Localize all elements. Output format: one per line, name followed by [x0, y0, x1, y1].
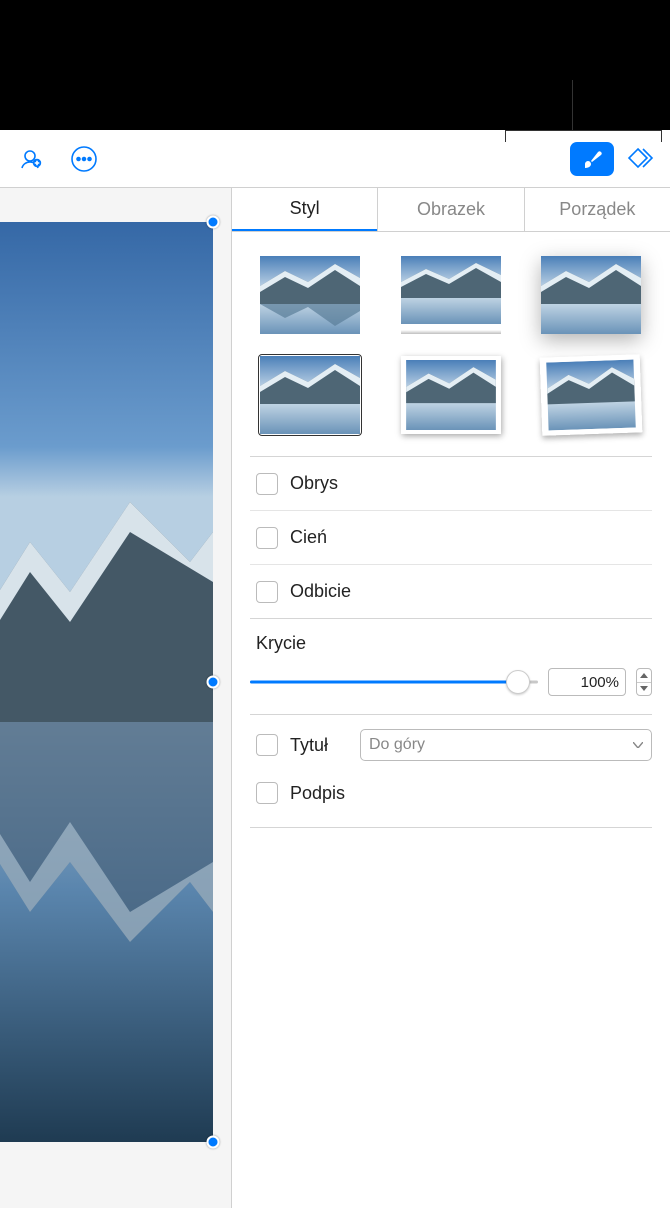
more-icon	[70, 145, 98, 173]
selection-handle[interactable]	[207, 676, 220, 689]
tab-style[interactable]: Styl	[232, 188, 377, 231]
style-preset-4[interactable]	[260, 356, 360, 434]
shadow-label: Cień	[290, 527, 327, 548]
more-button[interactable]	[68, 143, 100, 175]
opacity-slider[interactable]	[250, 670, 538, 694]
tab-image[interactable]: Obrazek	[377, 188, 523, 231]
organize-button[interactable]	[624, 143, 656, 175]
slider-thumb[interactable]	[506, 670, 530, 694]
reflection-row[interactable]: Odbicie	[250, 564, 652, 618]
selection-handle[interactable]	[207, 216, 220, 229]
reflection-label: Odbicie	[290, 581, 351, 602]
style-preset-2[interactable]	[401, 256, 501, 334]
collaborate-icon	[17, 146, 43, 172]
shadow-row[interactable]: Cień	[250, 510, 652, 564]
style-preset-3[interactable]	[541, 256, 641, 334]
shadow-checkbox[interactable]	[256, 527, 278, 549]
reflection-checkbox[interactable]	[256, 581, 278, 603]
opacity-section: Krycie 100%	[250, 618, 652, 715]
inspector-panel: Styl Obrazek Porządek	[232, 188, 670, 1208]
title-checkbox[interactable]	[256, 734, 278, 756]
title-position-select[interactable]: Do góry	[360, 729, 652, 761]
border-row[interactable]: Obrys	[250, 456, 652, 510]
style-preset-5[interactable]	[401, 356, 501, 434]
caption-label: Podpis	[290, 783, 345, 804]
stepper-down-icon[interactable]	[637, 683, 651, 696]
caption-checkbox[interactable]	[256, 782, 278, 804]
opacity-stepper[interactable]	[636, 668, 652, 696]
selection-handle[interactable]	[207, 1136, 220, 1149]
style-preset-6[interactable]	[540, 354, 643, 435]
style-presets-grid	[232, 232, 670, 456]
stepper-up-icon[interactable]	[637, 669, 651, 683]
inspector-tabs: Styl Obrazek Porządek	[232, 188, 670, 232]
format-button[interactable]	[570, 142, 614, 176]
border-checkbox[interactable]	[256, 473, 278, 495]
title-label: Tytuł	[290, 735, 348, 756]
title-row: Tytuł Do góry	[250, 721, 652, 769]
style-preset-1[interactable]	[260, 256, 360, 334]
collaborate-button[interactable]	[14, 143, 46, 175]
opacity-value-field[interactable]: 100%	[548, 668, 626, 696]
brush-icon	[581, 148, 603, 170]
opacity-label: Krycie	[256, 633, 652, 654]
title-position-value: Do góry	[369, 736, 425, 754]
chevron-down-icon	[633, 742, 643, 748]
selected-image[interactable]	[0, 222, 213, 1142]
title-caption-section: Tytuł Do góry Podpis	[250, 715, 652, 828]
canvas-area[interactable]	[0, 188, 232, 1208]
caption-row: Podpis	[250, 769, 652, 817]
tab-arrange[interactable]: Porządek	[524, 188, 670, 231]
diamond-icon	[625, 144, 655, 174]
border-label: Obrys	[290, 473, 338, 494]
